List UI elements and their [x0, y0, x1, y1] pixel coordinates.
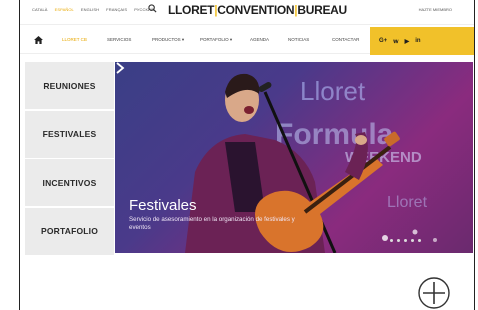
side-item-festivales[interactable]: Festivales	[25, 110, 114, 158]
slider-dot[interactable]	[418, 239, 421, 242]
lang-english[interactable]: English	[81, 7, 99, 12]
slider-dots	[390, 239, 421, 242]
side-item-incentivos[interactable]: Incentivos	[25, 159, 114, 207]
nav-lloret-cb[interactable]: Lloret CB	[62, 37, 87, 42]
search-icon[interactable]	[148, 4, 157, 13]
hero-title: Festivales	[129, 197, 197, 214]
lang-francais[interactable]: Français	[106, 7, 127, 12]
top-bar: Català Español English Français Русский …	[20, 0, 474, 22]
language-selector: Català Español English Français Русский	[32, 7, 154, 12]
backdrop-word-lloret-2: Lloret	[387, 194, 428, 211]
site-logo[interactable]: LLORET|CONVENTION|BUREAU	[168, 3, 347, 17]
slider-dot[interactable]	[397, 239, 400, 242]
browser-frame: Català Español English Français Русский …	[19, 0, 475, 310]
hero-slider[interactable]: Lloret Formula WEEKEND Lloret Festivales…	[115, 62, 473, 253]
become-member-link[interactable]: Hazte miembro	[419, 7, 452, 12]
backdrop-word-lloret: Lloret	[300, 76, 366, 106]
logo-text-convention: CONVENTION	[217, 3, 295, 17]
chevron-right-icon[interactable]	[115, 62, 125, 74]
logo-text-lloret: LLORET	[168, 3, 215, 17]
youtube-icon[interactable]: ▶	[405, 38, 410, 45]
nav-portafolio[interactable]: Portafolio ▾	[200, 37, 232, 43]
side-item-portafolio[interactable]: Portafolio	[25, 207, 114, 255]
hero-subtitle: Servicio de asesoramiento en la organiza…	[129, 216, 295, 231]
logo-text-bureau: BUREAU	[297, 3, 347, 17]
backdrop-word-formula: Formula	[275, 118, 394, 151]
slider-dot[interactable]	[404, 239, 407, 242]
nav-agenda[interactable]: Agenda	[250, 37, 269, 42]
slider-dot[interactable]	[390, 239, 393, 242]
nav-contactar[interactable]: Contactar	[332, 37, 359, 42]
social-bar: G+ 𝕨 ▶ in	[370, 27, 474, 55]
zoom-plus-icon[interactable]	[417, 276, 451, 310]
nav-noticias[interactable]: Noticias	[288, 37, 309, 42]
linkedin-icon[interactable]: in	[415, 38, 420, 44]
side-menu: Reuniones Festivales Incentivos Portafol…	[25, 62, 114, 256]
nav-servicios[interactable]: Servicios	[107, 37, 131, 42]
nav-productos[interactable]: Productos ▾	[152, 37, 184, 43]
lang-espanol[interactable]: Español	[55, 7, 74, 12]
google-plus-icon[interactable]: G+	[379, 38, 387, 44]
slider-dot[interactable]	[411, 239, 414, 242]
lang-catala[interactable]: Català	[32, 7, 48, 12]
twitter-icon[interactable]: 𝕨	[393, 38, 398, 45]
home-icon[interactable]	[34, 36, 43, 44]
side-item-reuniones[interactable]: Reuniones	[25, 62, 114, 109]
